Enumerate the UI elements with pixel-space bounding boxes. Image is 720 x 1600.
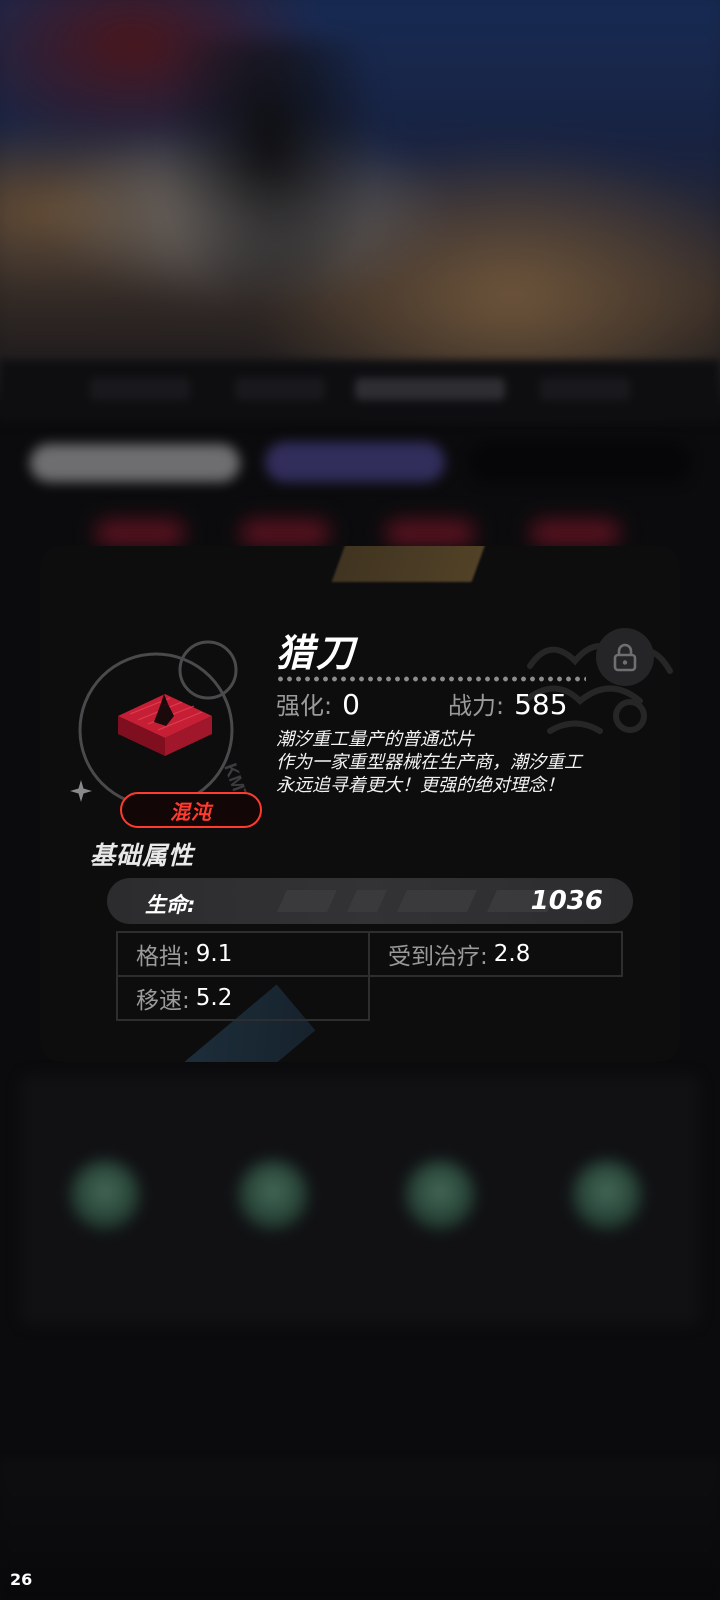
description-line: 永远追寻着更大！更强的绝对理念！ [276, 775, 564, 796]
chip-detail-card: KMT 混沌 猎刀 强化: 0 战力: 585 潮汐重工量产的普通芯片 作为一家… [40, 546, 680, 1062]
attribute-label: 格挡: [136, 944, 190, 970]
attribute-value: 2.8 [493, 941, 531, 967]
attribute-value: 9.1 [195, 941, 233, 967]
power-label: 战力: [448, 692, 505, 720]
chip-name: 猎刀 [276, 631, 357, 675]
main-attribute-value: 1036 [530, 886, 603, 916]
attribute-label: 受到治疗: [388, 944, 488, 970]
attribute-cell-empty [368, 975, 623, 1021]
main-attribute-label: 生命: [145, 893, 196, 917]
card-top-decoration [331, 546, 489, 582]
enhance-value: 0 [342, 688, 360, 721]
description-line: 潮汐重工量产的普通芯片 [276, 729, 474, 750]
enhance-stat: 强化: 0 [276, 686, 360, 721]
main-attribute-bar: 生命: 1036 [107, 878, 633, 924]
enhance-label: 强化: [276, 692, 333, 720]
lock-icon [613, 643, 637, 672]
lock-button[interactable] [596, 628, 654, 686]
rarity-badge: 混沌 [120, 792, 262, 828]
level-dots [276, 676, 586, 682]
chip-icon [118, 694, 212, 756]
power-value: 585 [514, 688, 568, 721]
attribute-cell-move-speed: 移速: 5.2 [116, 975, 370, 1021]
power-stat: 战力: 585 [448, 686, 568, 721]
secondary-attributes-grid: 格挡: 9.1 受到治疗: 2.8 移速: 5.2 [116, 931, 623, 1021]
attribute-label: 移速: [136, 988, 190, 1014]
fps-counter: 26 [10, 1570, 33, 1589]
sparkle-icon [70, 780, 92, 802]
attribute-value: 5.2 [195, 985, 233, 1011]
attribute-cell-block: 格挡: 9.1 [116, 931, 370, 977]
base-attributes-title: 基础属性 [90, 841, 195, 870]
chip-description: 潮汐重工量产的普通芯片 作为一家重型器械在生产商，潮汐重工 永远追寻着更大！更强… [276, 728, 656, 797]
attribute-cell-healing: 受到治疗: 2.8 [368, 931, 623, 977]
description-line: 作为一家重型器械在生产商，潮汐重工 [276, 752, 582, 773]
